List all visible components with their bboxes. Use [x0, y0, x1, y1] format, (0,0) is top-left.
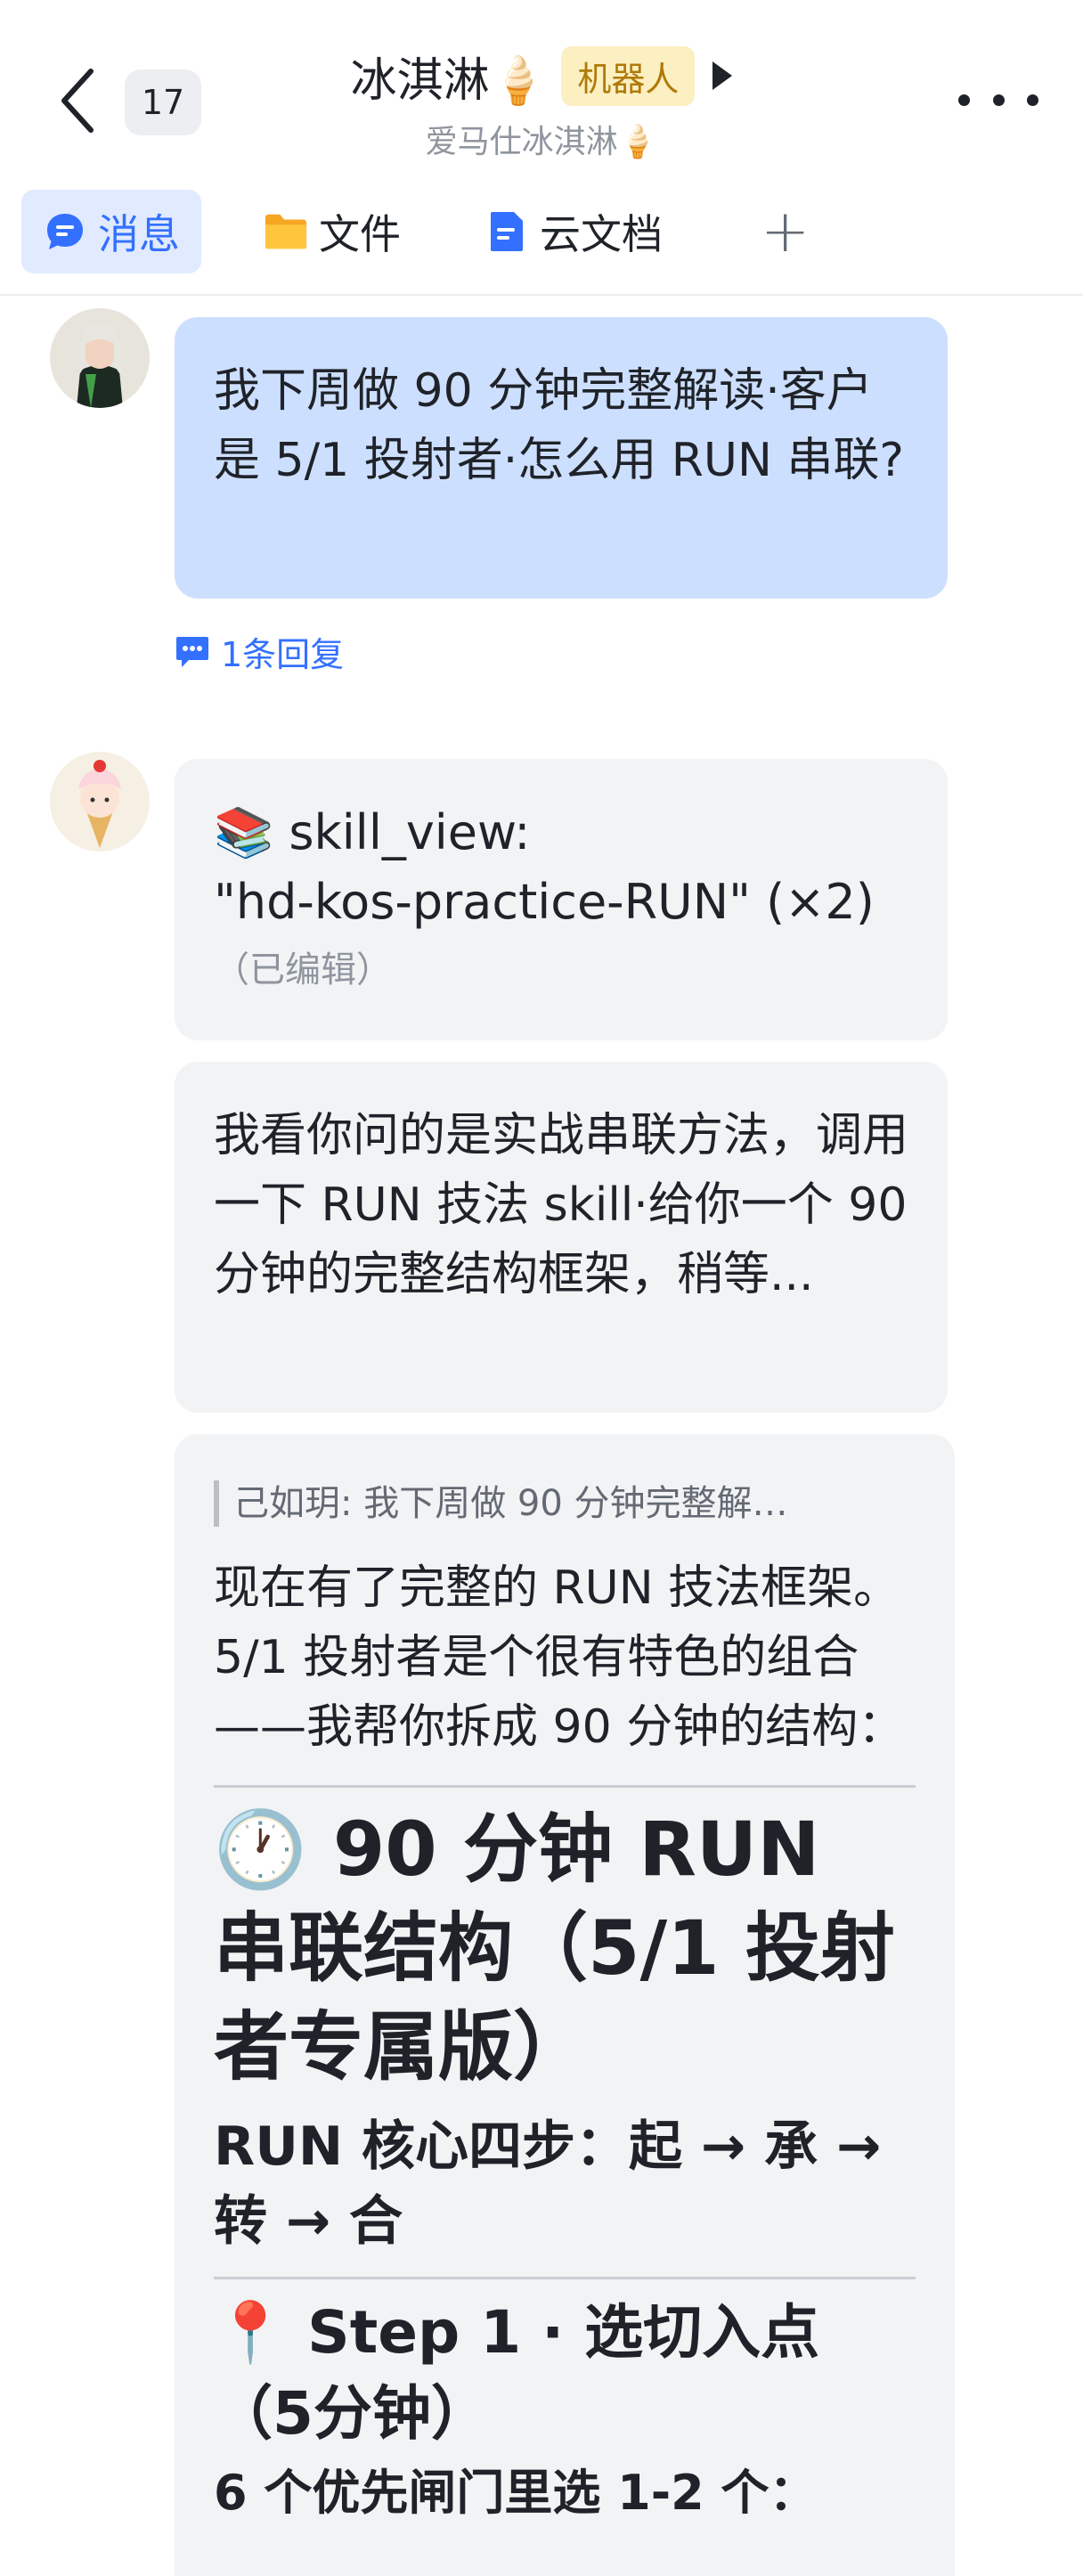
- play-icon: [712, 61, 733, 90]
- chat-subtitle: 爱马仕冰淇淋🍦: [425, 124, 658, 160]
- user-message-bubble[interactable]: 我下周做 90 分钟完整解读·客户是 5/1 投射者·怎么用 RUN 串联?: [175, 317, 948, 599]
- chat-header: 17 冰淇淋🍦 机器人 爱马仕冰淇淋🍦: [0, 0, 1083, 178]
- more-options-button[interactable]: [958, 82, 1038, 118]
- user-avatar[interactable]: [50, 308, 150, 408]
- bot-tag: 机器人: [561, 45, 696, 106]
- dot-icon: [958, 94, 970, 106]
- skill-line-2: "hd-kos-practice-RUN" (×2): [214, 874, 875, 931]
- step1-text: 6 个优先闸门里选 1-2 个：: [214, 2464, 818, 2521]
- tab-messages[interactable]: 消息: [21, 190, 201, 273]
- tab-cloud-docs[interactable]: 云文档: [463, 190, 684, 273]
- answer-main-heading: 🕐 90 分钟 RUN 串联结构（5/1 投射者专属版）: [214, 1806, 895, 2091]
- tab-label: 文件: [319, 210, 401, 258]
- dot-icon: [992, 94, 1005, 106]
- bot-skill-bubble[interactable]: 📚 skill_view: "hd-kos-practice-RUN" (×2)…: [175, 759, 948, 1040]
- dot-icon: [1027, 94, 1038, 106]
- core-steps-line: RUN 核心四步：起 → 承 → 转 → 合: [214, 2115, 882, 2253]
- bot-intro-text: 我看你问的是实战串联方法，调用一下 RUN 技法 skill·给你一个 90 分…: [214, 1109, 909, 1301]
- bot-avatar[interactable]: [50, 752, 150, 852]
- bot-answer-bubble[interactable]: 己如玥: 我下周做 90 分钟完整解… 现在有了完整的 RUN 技法框架。5/1…: [175, 1434, 955, 2576]
- section-divider: [214, 2276, 916, 2279]
- thread-reply-link[interactable]: 1条回复: [175, 627, 344, 676]
- chat-tabs: 消息 文件 云文档 +: [0, 187, 1083, 276]
- user-message-text: 我下周做 90 分钟完整解读·客户是 5/1 投射者·怎么用 RUN 串联?: [214, 364, 905, 487]
- section-divider: [214, 1785, 916, 1788]
- tab-files[interactable]: 文件: [242, 190, 422, 273]
- chat-title: 冰淇淋🍦: [350, 53, 548, 108]
- doc-icon: [484, 209, 529, 254]
- chat-screen: 17 冰淇淋🍦 机器人 爱马仕冰淇淋🍦 消息 文件 云文档 + 我下周做 90 …: [0, 0, 1083, 2576]
- step1-heading: 📍 Step 1 · 选切入点（5分钟）: [214, 2297, 820, 2448]
- quoted-message[interactable]: 己如玥: 我下周做 90 分钟完整解…: [214, 1480, 916, 1527]
- title-row[interactable]: 冰淇淋🍦 机器人: [0, 36, 1083, 116]
- bot-intro-bubble[interactable]: 我看你问的是实战串联方法，调用一下 RUN 技法 skill·给你一个 90 分…: [175, 1062, 948, 1413]
- header-divider: [0, 294, 1083, 296]
- folder-icon: [264, 209, 308, 254]
- answer-intro-text: 现在有了完整的 RUN 技法框架。5/1 投射者是个很有特色的组合——我帮你拆成…: [214, 1561, 905, 1754]
- tab-label: 消息: [98, 210, 180, 258]
- edited-label: （已编辑）: [214, 949, 392, 990]
- reply-count-label: 1条回复: [221, 635, 345, 674]
- add-tab-button[interactable]: +: [761, 202, 810, 261]
- comment-icon: [176, 636, 208, 667]
- message-icon: [43, 209, 87, 254]
- tab-label: 云文档: [540, 210, 663, 258]
- skill-line-1: 📚 skill_view:: [214, 804, 531, 860]
